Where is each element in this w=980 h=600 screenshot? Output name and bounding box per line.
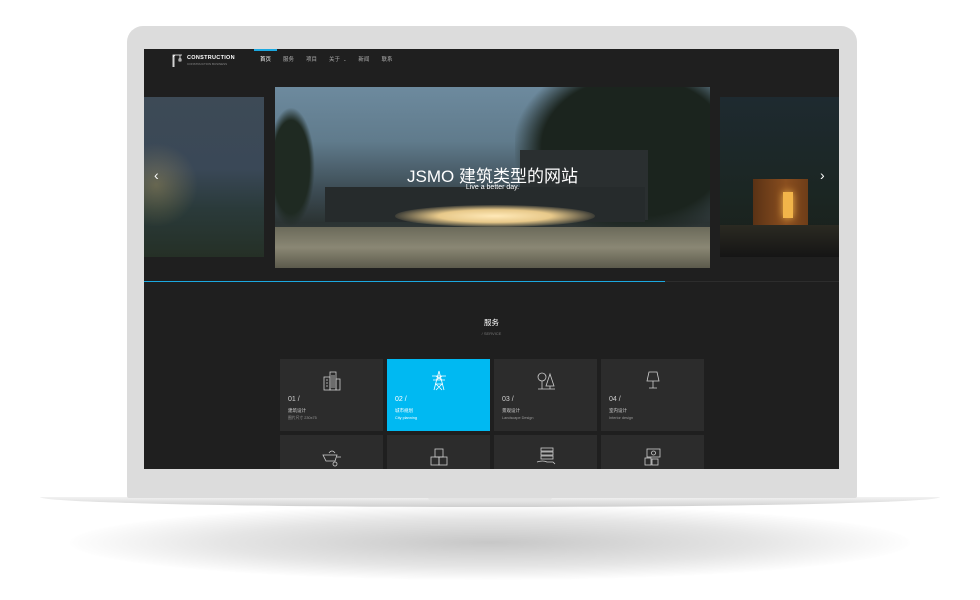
card-title: 景观设计 bbox=[502, 408, 520, 413]
nav-item-services[interactable]: 服务 bbox=[277, 49, 300, 71]
card-title: 室内设计 bbox=[609, 408, 627, 413]
trees-icon bbox=[537, 372, 555, 390]
fence-shape bbox=[720, 225, 839, 257]
chevron-left-icon[interactable]: ‹ bbox=[154, 168, 159, 182]
card-title: 城市规划 bbox=[395, 408, 413, 413]
nav-item-label: 联系 bbox=[381, 57, 393, 63]
card-number: 01 / bbox=[288, 396, 300, 403]
nav-item-news[interactable]: 新闻 bbox=[352, 49, 375, 71]
light-glow bbox=[395, 205, 595, 227]
logo-title: CONSTRUCTION bbox=[187, 55, 235, 61]
nav-item-contact[interactable]: 联系 bbox=[375, 49, 398, 71]
chevron-right-icon[interactable]: › bbox=[820, 168, 825, 182]
laptop-shadow bbox=[70, 505, 910, 580]
boxes-icon bbox=[430, 448, 448, 466]
website-screen: CONSTRUCTION CONSTRUCTION BUSINESS 首页 服务… bbox=[144, 49, 839, 469]
service-card[interactable]: 03 / 景观设计 Landscape Design bbox=[494, 359, 597, 431]
nav-item-label: 服务 bbox=[283, 57, 295, 63]
card-number: 04 / bbox=[609, 396, 621, 403]
service-card[interactable] bbox=[494, 435, 597, 469]
lamp-icon bbox=[646, 371, 660, 389]
money-stack-icon bbox=[644, 448, 661, 466]
buildings-icon bbox=[323, 371, 341, 391]
power-tower-icon bbox=[432, 370, 446, 391]
house-shape bbox=[753, 179, 808, 225]
service-card[interactable] bbox=[280, 435, 383, 469]
slide-previous-image[interactable] bbox=[144, 97, 264, 257]
card-subtitle: City planning bbox=[395, 416, 417, 420]
card-number: 03 / bbox=[502, 396, 514, 403]
ground-shape bbox=[275, 227, 710, 268]
chevron-down-icon: ⌄ bbox=[343, 57, 347, 62]
card-subtitle: Interior design bbox=[609, 416, 634, 420]
service-card[interactable]: 02 / 城市规划 City planning bbox=[387, 359, 490, 431]
card-title: 建筑设计 bbox=[288, 408, 306, 413]
card-subtitle: Landscape Design bbox=[502, 416, 534, 420]
hand-stack-icon bbox=[536, 447, 556, 465]
card-number: 02 / bbox=[395, 396, 407, 403]
service-card[interactable]: 01 / 建筑设计 图片尺寸 230x75 bbox=[280, 359, 383, 431]
logo-subtitle: CONSTRUCTION BUSINESS bbox=[187, 62, 228, 66]
nav-item-about[interactable]: 关于 ⌄ bbox=[323, 49, 352, 71]
services-title: 服务 bbox=[484, 318, 499, 327]
nav-item-label: 项目 bbox=[306, 57, 318, 63]
service-card[interactable]: 04 / 室内设计 Interior design bbox=[601, 359, 704, 431]
main-menu: 首页 服务 项目 关于 ⌄ 新闻 联系 bbox=[254, 49, 398, 71]
slide-subtitle: Live a better day. bbox=[465, 184, 520, 191]
service-card[interactable] bbox=[387, 435, 490, 469]
nav-item-label: 新闻 bbox=[358, 57, 370, 63]
slider-progress-fill bbox=[144, 281, 666, 282]
crane-icon bbox=[172, 54, 182, 67]
nav-item-projects[interactable]: 项目 bbox=[300, 49, 323, 71]
services-subtitle: / SERVICE bbox=[481, 331, 502, 336]
wheelbarrow-icon bbox=[322, 450, 341, 467]
card-subtitle: 图片尺寸 230x75 bbox=[288, 416, 317, 420]
nav-item-home[interactable]: 首页 bbox=[254, 49, 278, 71]
nav-item-label: 首页 bbox=[260, 57, 272, 63]
nav-item-label: 关于 bbox=[329, 57, 341, 63]
service-card[interactable] bbox=[601, 435, 704, 469]
top-nav: CONSTRUCTION CONSTRUCTION BUSINESS 首页 服务… bbox=[144, 49, 839, 71]
lit-window bbox=[783, 192, 793, 218]
